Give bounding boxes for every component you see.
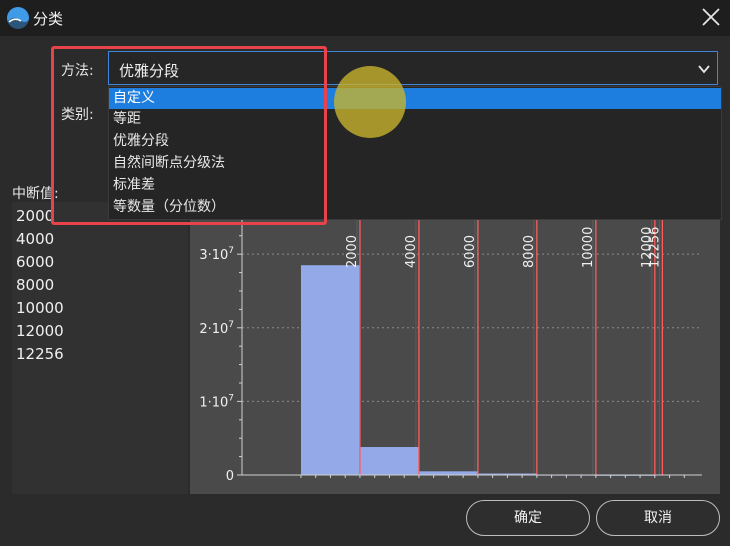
pointer-highlight (334, 66, 406, 138)
highlight-outline (51, 46, 327, 225)
histogram-bar (418, 471, 478, 475)
break-value[interactable]: 2000 (16, 207, 54, 225)
break-line-label: 10000 (581, 227, 596, 268)
break-line-label: 2000 (345, 235, 360, 268)
app-logo-icon (6, 7, 30, 30)
break-line-label: 6000 (463, 235, 478, 268)
histogram-bar (359, 447, 419, 475)
breaks-list[interactable]: 2000 4000 6000 8000 10000 12000 12256 (12, 202, 188, 494)
chevron-down-icon (698, 65, 710, 74)
break-line-label: 4000 (404, 235, 419, 268)
break-value[interactable]: 12256 (16, 345, 64, 363)
window-title: 分类 (33, 10, 64, 28)
histogram-bar (300, 265, 360, 475)
cancel-button[interactable]: 取消 (596, 500, 720, 536)
close-icon[interactable] (700, 6, 722, 28)
y-tick-label: 1·107 (199, 393, 234, 410)
break-value[interactable]: 10000 (16, 299, 64, 317)
y-tick-label: 2·107 (199, 320, 234, 337)
ok-button[interactable]: 确定 (466, 500, 590, 536)
break-line-label: 8000 (522, 235, 537, 268)
histogram-panel: 2000 4000 6000 8000 10000 12000 12256 0 1·107 2·1… (190, 202, 720, 494)
y-tick-label: 3·107 (199, 246, 234, 263)
break-value[interactable]: 8000 (16, 276, 54, 294)
title-bar: 分类 (0, 0, 730, 36)
y-tick-label: 0 (226, 469, 234, 484)
break-value[interactable]: 12000 (16, 322, 64, 340)
break-line-label: 12256 (647, 227, 662, 268)
histogram-chart[interactable]: 2000 4000 6000 8000 10000 120001225601·1072·1… (190, 202, 720, 494)
break-value[interactable]: 6000 (16, 253, 54, 271)
break-value[interactable]: 4000 (16, 230, 54, 248)
